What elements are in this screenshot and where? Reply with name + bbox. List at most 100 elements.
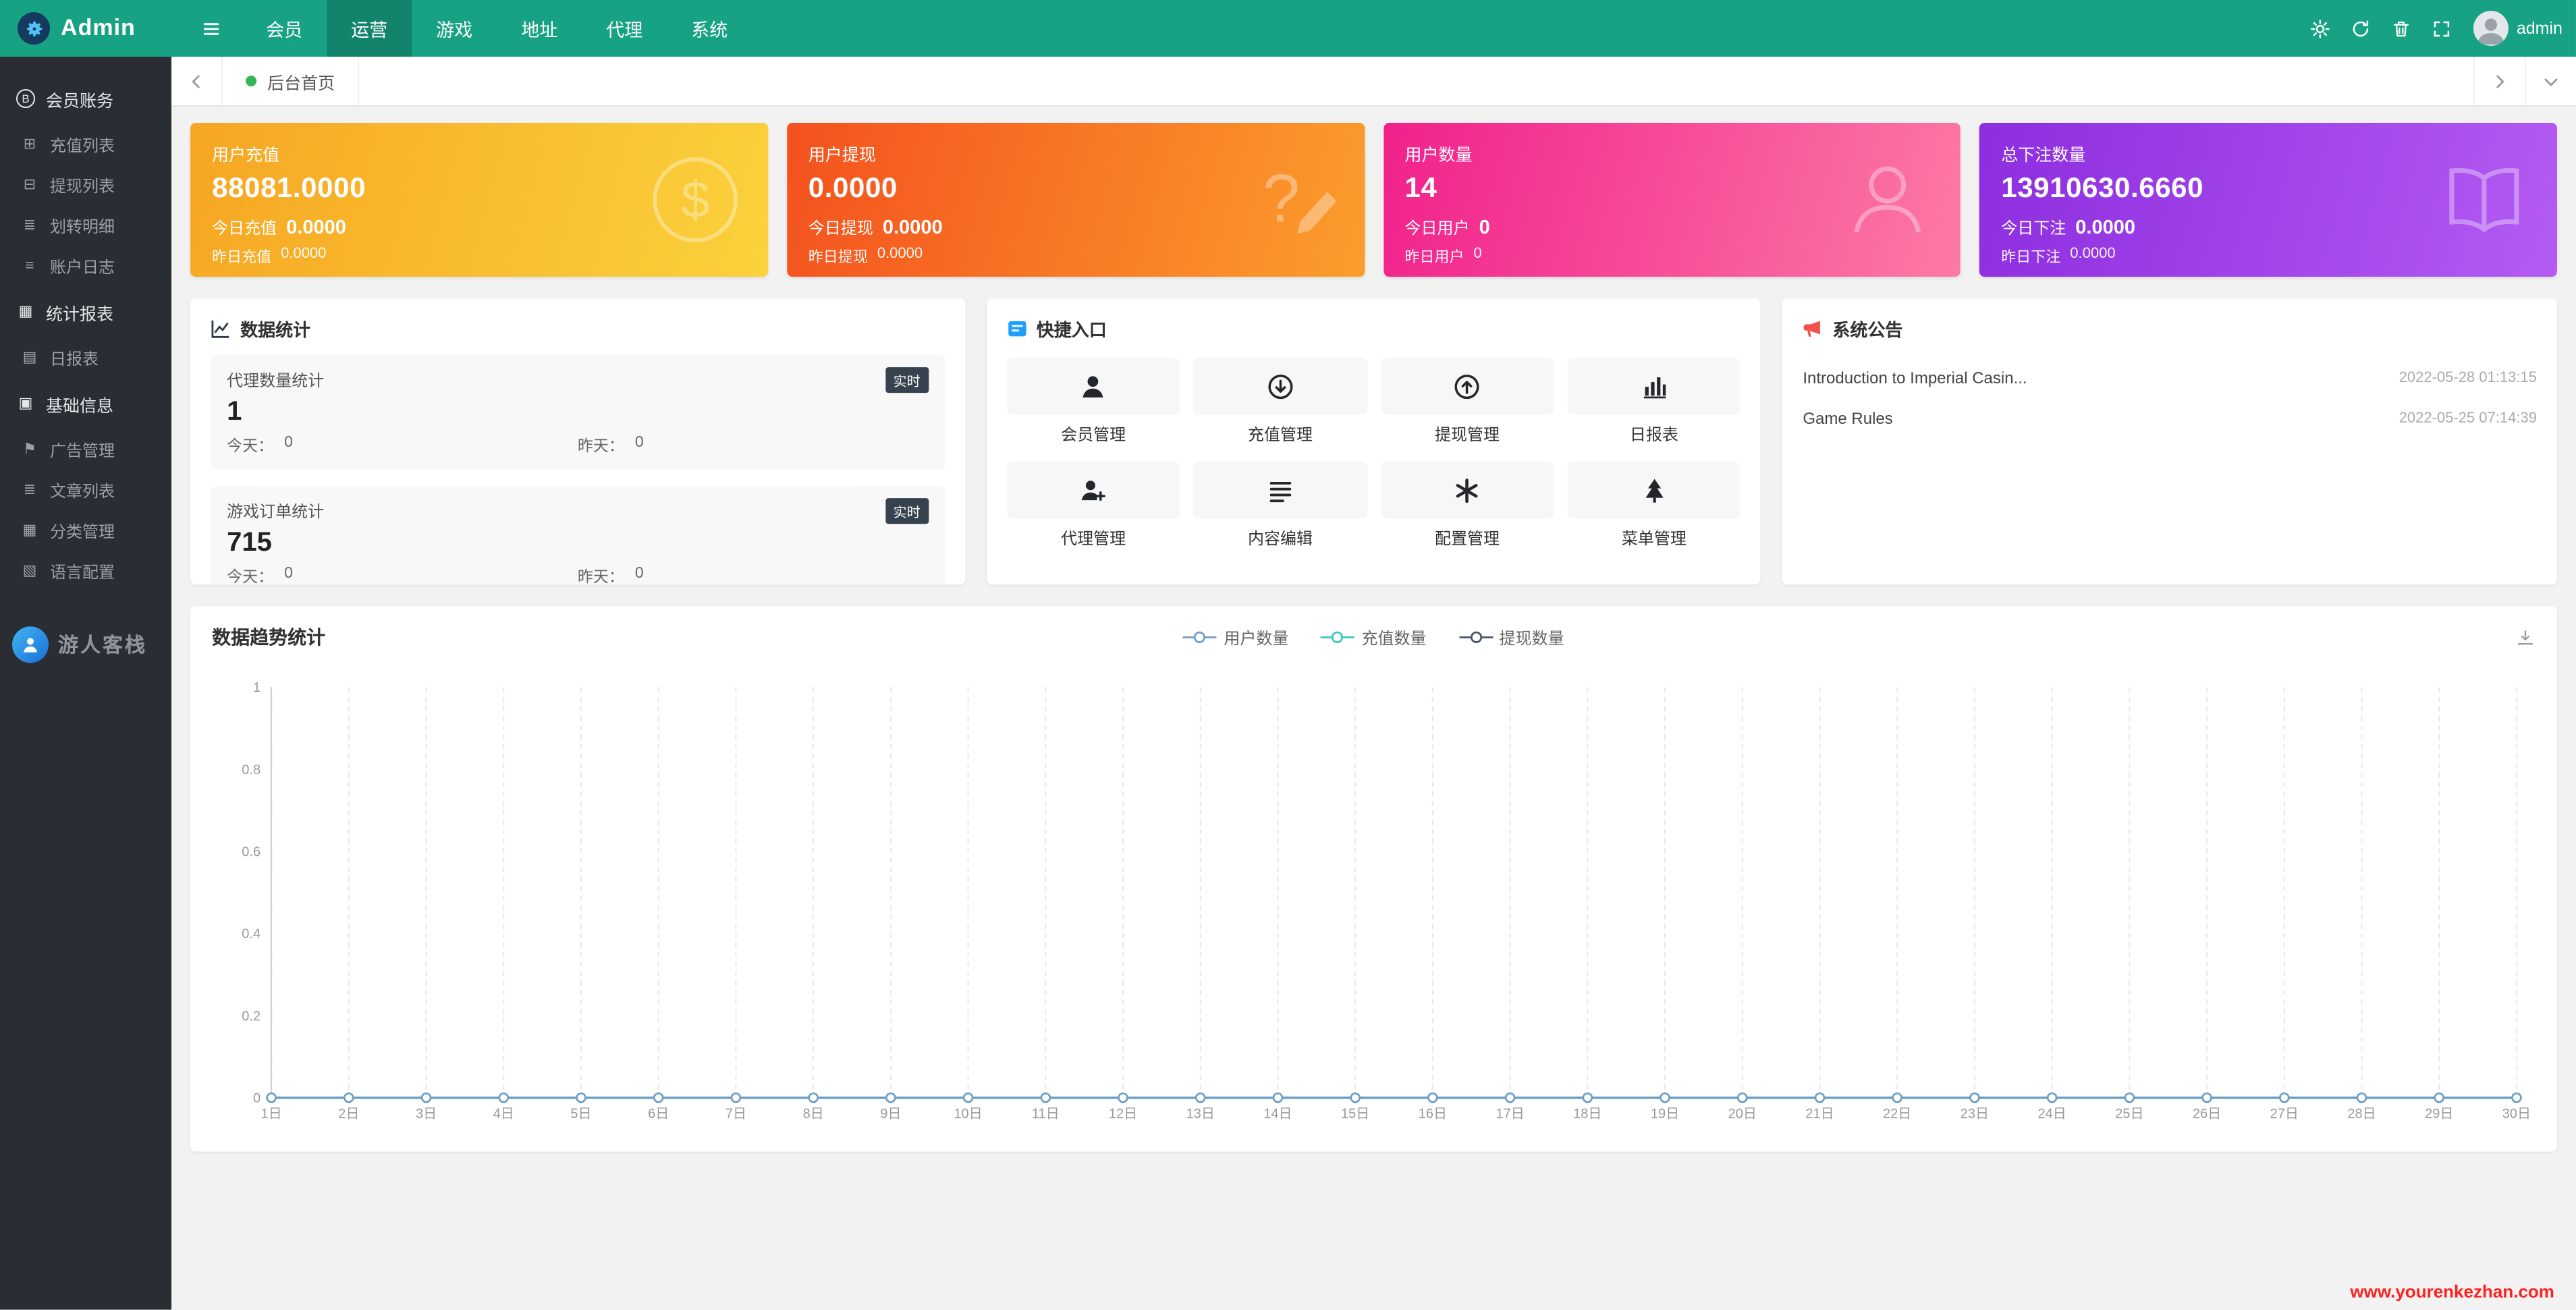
sidebar-item-label: 日报表 [50,346,99,369]
quick-entry-grid: 会员管理充值管理提现管理日报表代理管理内容编辑配置管理菜单管理 [987,355,1761,549]
quick-entry-item[interactable]: 会员管理 [1007,358,1180,445]
sidebar-item[interactable]: ▤日报表 [0,337,171,378]
svg-text:29日: 29日 [2425,1106,2453,1121]
sidebar-section-label: 统计报表 [46,299,113,325]
ad-manage-icon: ⚑ [20,442,39,457]
sidebar-section[interactable]: ▣基础信息 [0,378,171,429]
svg-text:26日: 26日 [2193,1106,2221,1121]
quick-entry-label: 菜单管理 [1567,526,1741,549]
recharge-icon[interactable] [1194,358,1367,414]
stat-card-today-value: 0.0000 [883,217,943,239]
tabs-scroll-right-button[interactable] [2473,57,2525,105]
svg-text:1: 1 [253,680,261,695]
quick-entry-item[interactable]: 内容编辑 [1194,462,1367,549]
svg-text:13日: 13日 [1186,1106,1215,1121]
tabs-scroll-left-button[interactable] [171,57,223,105]
quick-entry-item[interactable]: 日报表 [1567,358,1741,445]
quick-entry-item[interactable]: 菜单管理 [1567,462,1741,549]
stat-card-yesterday-label: 昨日下注 [2001,246,2060,267]
menu-tree-icon[interactable] [1567,462,1741,518]
announcement-row[interactable]: Introduction to Imperial Casin...2022-05… [1803,358,2537,398]
app-logo[interactable]: Admin [0,0,171,57]
tab-home[interactable]: 后台首页 [223,57,359,105]
stat-card-yesterday-value: 0.0000 [281,246,326,267]
sidebar-item[interactable]: ▧语言配置 [0,551,171,591]
admin-dashboard: Admin 会员运营游戏地址代理系统 admin B会员账务 ⊞ 充值列表 ⊟ 提现列表… [0,0,2576,1309]
data-stat-yesterday-value: 0 [635,566,644,584]
sidebar-toggle-button[interactable] [180,0,242,57]
stat-card-yesterday-value: 0.0000 [877,246,923,267]
svg-text:0.8: 0.8 [242,763,261,777]
sidebar-item[interactable]: ⊟ 提现列表 [0,165,171,205]
member-icon[interactable] [1007,358,1180,414]
panel-header: 快捷入口 [987,298,1761,355]
top-menu-item[interactable]: 代理 [582,0,667,57]
stat-card-yesterday-value: 0 [1474,246,1482,267]
sidebar-section[interactable]: ▦ 统计报表 [0,286,171,337]
user-avatar[interactable] [2473,11,2509,46]
svg-text:19日: 19日 [1651,1106,1679,1121]
svg-text:15日: 15日 [1341,1106,1369,1121]
recharge-list-icon: ⊞ [20,137,39,152]
stat-card: 总下注数量13910630.6660今日下注0.0000昨日下注0.0000 [1979,123,2557,277]
sidebar-item[interactable]: ⚑广告管理 [0,429,171,470]
legend-item[interactable]: 用户数量 [1183,626,1288,649]
announcement-title[interactable]: Game Rules [1803,409,1892,428]
fullscreen-icon[interactable] [2422,8,2463,49]
quick-entry-item[interactable]: 配置管理 [1381,462,1554,549]
download-icon[interactable] [2515,627,2536,647]
report-chart-icon[interactable] [1567,358,1741,414]
sidebar-menu: B会员账务⊞充值列表⊟提现列表≣划转明细≡账户日志▦统计报表▤日报表▣基础信息⚑… [0,73,171,591]
svg-text:27日: 27日 [2270,1106,2299,1121]
withdraw-list-icon: ⊟ [20,178,39,192]
tabs-menu-button[interactable] [2525,57,2576,105]
sidebar-item[interactable]: ⊞ 充值列表 [0,124,171,165]
legend-label: 提现数量 [1500,626,1564,649]
content-icon[interactable] [1194,462,1367,518]
sidebar-section[interactable]: B会员账务 [0,73,171,124]
chart-plot-area: 00.20.40.60.811日2日3日4日5日6日7日8日9日10日11日12… [212,671,2536,1135]
svg-text:7日: 7日 [725,1106,746,1121]
announcement-row[interactable]: Game Rules2022-05-25 07:14:39 [1803,398,2537,439]
quick-entry-item[interactable]: 提现管理 [1381,358,1554,445]
sidebar-item-label: 语言配置 [50,560,115,582]
announcement-title[interactable]: Introduction to Imperial Casin... [1803,369,2027,387]
tab-active-dot-icon [246,76,256,86]
withdraw-manage-icon[interactable] [1381,358,1554,414]
sidebar-item[interactable]: ≣文章列表 [0,470,171,510]
top-menu-item[interactable]: 运营 [327,0,412,57]
svg-text:$: $ [681,171,709,229]
top-menu-item[interactable]: 地址 [497,0,582,57]
quick-entry-item[interactable]: 充值管理 [1194,358,1367,445]
report-icon: ▦ [16,304,35,319]
top-menu-item[interactable]: 游戏 [412,0,497,57]
book-icon [2436,151,2533,248]
withdraw-icon: ? [1242,151,1340,248]
quick-entry-label: 代理管理 [1007,526,1180,549]
svg-text:5日: 5日 [570,1106,591,1121]
trash-icon[interactable] [2382,8,2422,49]
realtime-badge: 实时 [885,498,929,524]
sidebar-item-label: 充值列表 [50,133,115,156]
sidebar-item[interactable]: ≡账户日志 [0,246,171,286]
sidebar-item-label: 提现列表 [50,173,115,196]
realtime-badge: 实时 [885,367,929,393]
agent-icon[interactable] [1007,462,1180,518]
sidebar-item[interactable]: ▦分类管理 [0,510,171,551]
svg-text:2日: 2日 [338,1106,359,1121]
account-log-icon: ≡ [20,258,39,273]
config-icon[interactable] [1381,462,1554,518]
theme-icon[interactable] [2301,8,2341,49]
quick-entry-label: 充值管理 [1194,422,1367,445]
top-menu-item[interactable]: 系统 [667,0,752,57]
sidebar-item[interactable]: ≣划转明细 [0,205,171,246]
sidebar-section-label: 会员账务 [46,86,113,111]
refresh-icon[interactable] [2341,8,2382,49]
panel-title: 快捷入口 [1037,316,1107,342]
legend-item[interactable]: 提现数量 [1459,626,1564,649]
username[interactable]: admin [2517,19,2563,38]
announcements-panel: 系统公告 Introduction to Imperial Casin...20… [1782,298,2557,584]
top-menu-item[interactable]: 会员 [242,0,327,57]
quick-entry-item[interactable]: 代理管理 [1007,462,1180,549]
legend-item[interactable]: 充值数量 [1321,626,1426,649]
